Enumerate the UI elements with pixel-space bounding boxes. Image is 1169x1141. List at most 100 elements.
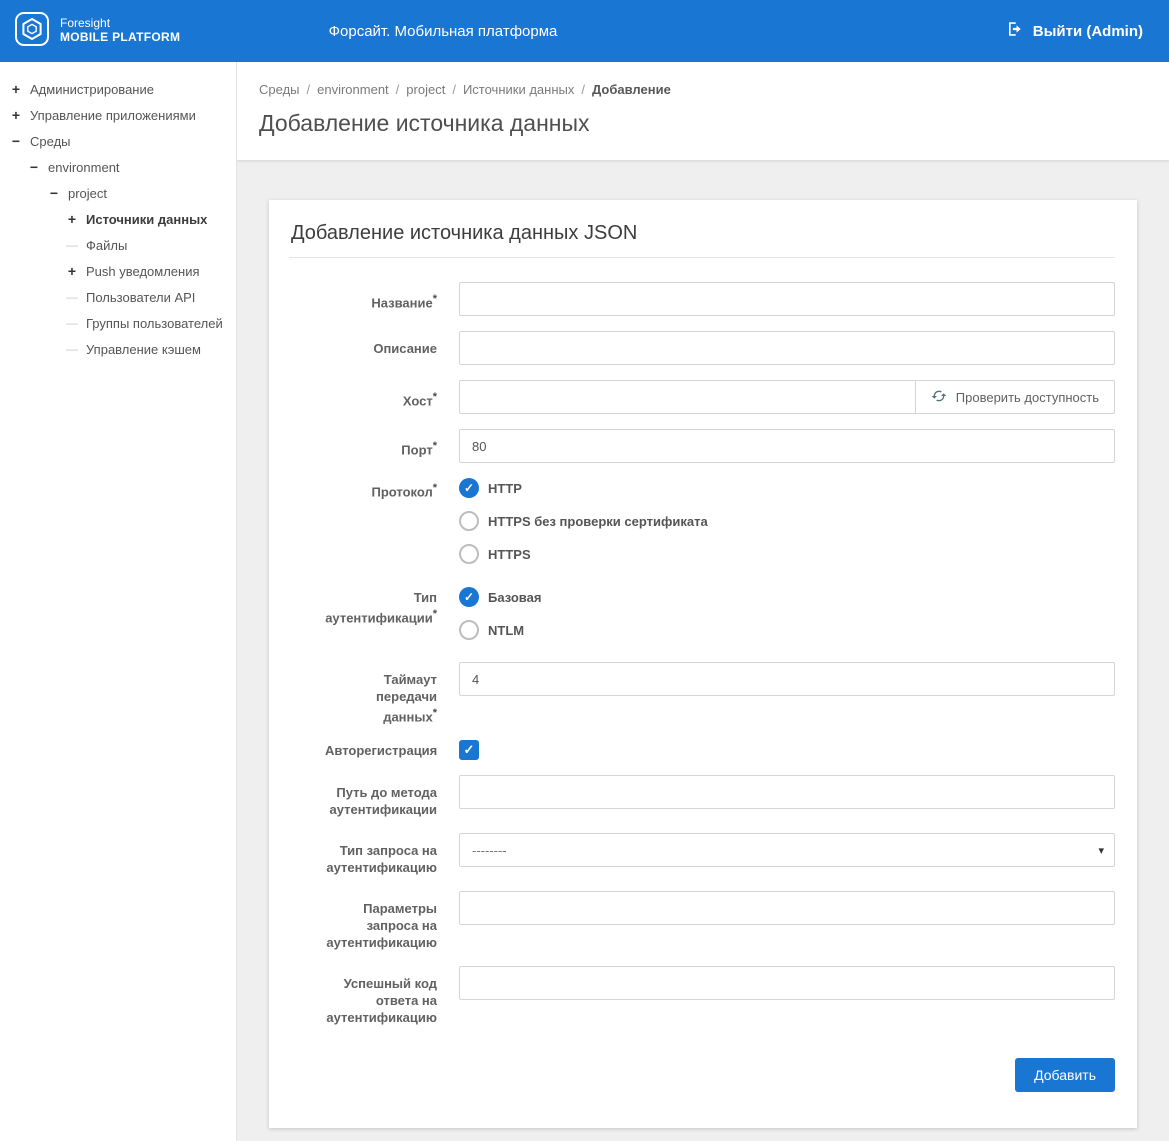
tree-branch-icon: — bbox=[66, 238, 78, 252]
host-label: Хост* bbox=[325, 380, 437, 414]
add-data-source-card: Добавление источника данных JSON Названи… bbox=[269, 200, 1137, 1128]
sidebar-item-files[interactable]: — Файлы bbox=[0, 232, 236, 258]
description-row: Описание bbox=[289, 331, 1115, 365]
name-row: Название* bbox=[289, 282, 1115, 316]
content-area: Добавление источника данных JSON Названи… bbox=[237, 160, 1169, 1128]
required-mark: * bbox=[433, 482, 437, 494]
collapse-minus-icon[interactable]: − bbox=[10, 133, 22, 149]
breadcrumb-item-data-sources[interactable]: Источники данных bbox=[463, 82, 574, 97]
card-title: Добавление источника данных JSON bbox=[289, 202, 1115, 258]
tree-branch-icon: — bbox=[66, 316, 78, 330]
expand-plus-icon[interactable]: + bbox=[66, 211, 78, 227]
chevron-down-icon: ▾ bbox=[1098, 844, 1104, 857]
sidebar-item-app-management[interactable]: + Управление приложениями bbox=[0, 102, 236, 128]
refresh-icon bbox=[931, 388, 947, 407]
autoregistration-row: Авторегистрация ✓ bbox=[289, 740, 1115, 760]
description-label: Описание bbox=[325, 331, 437, 365]
submit-row: Добавить bbox=[289, 1058, 1115, 1092]
host-row: Хост* Проверить доступность bbox=[289, 380, 1115, 414]
check-availability-button[interactable]: Проверить доступность bbox=[915, 380, 1115, 414]
timeout-field[interactable] bbox=[459, 662, 1115, 696]
sidebar-item-data-sources[interactable]: + Источники данных bbox=[0, 206, 236, 232]
tree-branch-icon: — bbox=[66, 342, 78, 356]
check-availability-label: Проверить доступность bbox=[956, 390, 1099, 405]
port-row: Порт* bbox=[289, 429, 1115, 463]
sidebar-nav: + Администрирование + Управление приложе… bbox=[0, 62, 237, 1141]
port-field[interactable] bbox=[459, 429, 1115, 463]
page-header: Среды / environment / project / Источник… bbox=[237, 62, 1169, 160]
add-button[interactable]: Добавить bbox=[1015, 1058, 1115, 1092]
auth-method-path-field[interactable] bbox=[459, 775, 1115, 809]
required-mark: * bbox=[433, 440, 437, 452]
radio-unchecked-icon[interactable] bbox=[459, 511, 479, 531]
radio-https[interactable]: HTTPS bbox=[459, 544, 1115, 564]
logout-label: Выйти (Admin) bbox=[1033, 23, 1143, 40]
expand-plus-icon[interactable]: + bbox=[66, 263, 78, 279]
radio-unchecked-icon[interactable] bbox=[459, 620, 479, 640]
sidebar-item-push-notifications[interactable]: + Push уведомления bbox=[0, 258, 236, 284]
radio-https-no-cert-check[interactable]: HTTPS без проверки сертификата bbox=[459, 511, 1115, 531]
auth-success-code-label: Успешный код ответа на аутентификацию bbox=[325, 966, 437, 1026]
auth-request-type-select[interactable]: -------- ▾ bbox=[459, 833, 1115, 867]
breadcrumb-separator: / bbox=[396, 82, 400, 97]
logout-icon bbox=[1006, 20, 1024, 42]
description-field[interactable] bbox=[459, 331, 1115, 365]
name-field[interactable] bbox=[459, 282, 1115, 316]
radio-checked-icon[interactable]: ✓ bbox=[459, 587, 479, 607]
auth-type-row: Тип аутентификации* ✓ Базовая NTLM bbox=[289, 587, 1115, 640]
auth-request-params-field[interactable] bbox=[459, 891, 1115, 925]
sidebar-item-user-groups[interactable]: — Группы пользователей bbox=[0, 310, 236, 336]
required-mark: * bbox=[433, 293, 437, 305]
auth-success-code-field[interactable] bbox=[459, 966, 1115, 1000]
expand-plus-icon[interactable]: + bbox=[10, 81, 22, 97]
brand-name: Foresight bbox=[60, 17, 180, 31]
sidebar-item-project[interactable]: − project bbox=[0, 180, 236, 206]
breadcrumb-separator: / bbox=[307, 82, 311, 97]
timeout-label: Таймаут передачи данных* bbox=[325, 662, 437, 725]
autoregistration-label: Авторегистрация bbox=[325, 740, 437, 760]
app-title: Форсайт. Мобильная платформа bbox=[238, 23, 648, 40]
name-label: Название* bbox=[325, 282, 437, 316]
protocol-row: Протокол* ✓ HTTP HTTPS без проверки серт… bbox=[289, 478, 1115, 564]
auth-success-code-row: Успешный код ответа на аутентификацию bbox=[289, 966, 1115, 1026]
autoregistration-checkbox[interactable]: ✓ bbox=[459, 740, 1115, 760]
radio-ntlm-auth[interactable]: NTLM bbox=[459, 620, 1115, 640]
required-mark: * bbox=[433, 707, 437, 719]
brand-subtitle: MOBILE PLATFORM bbox=[60, 31, 180, 45]
tree-branch-icon: — bbox=[66, 290, 78, 304]
expand-plus-icon[interactable]: + bbox=[10, 107, 22, 123]
auth-request-type-row: Тип запроса на аутентификацию -------- ▾ bbox=[289, 833, 1115, 876]
sidebar-item-administration[interactable]: + Администрирование bbox=[0, 76, 236, 102]
protocol-radio-group: ✓ HTTP HTTPS без проверки сертификата HT… bbox=[459, 478, 1115, 564]
auth-request-params-row: Параметры запроса на аутентификацию bbox=[289, 891, 1115, 951]
sidebar-item-api-users[interactable]: — Пользователи API bbox=[0, 284, 236, 310]
foresight-logo-icon bbox=[14, 11, 50, 52]
sidebar-item-environments[interactable]: − Среды bbox=[0, 128, 236, 154]
main-area: Среды / environment / project / Источник… bbox=[237, 62, 1169, 1141]
collapse-minus-icon[interactable]: − bbox=[48, 185, 60, 201]
sidebar-item-environment[interactable]: − environment bbox=[0, 154, 236, 180]
page-title: Добавление источника данных bbox=[259, 110, 1145, 137]
breadcrumb: Среды / environment / project / Источник… bbox=[259, 82, 1145, 97]
host-field[interactable] bbox=[459, 380, 916, 414]
radio-checked-icon[interactable]: ✓ bbox=[459, 478, 479, 498]
radio-http[interactable]: ✓ HTTP bbox=[459, 478, 1115, 498]
breadcrumb-separator: / bbox=[452, 82, 456, 97]
select-value: -------- bbox=[472, 843, 507, 858]
radio-unchecked-icon[interactable] bbox=[459, 544, 479, 564]
auth-method-path-row: Путь до метода аутентификации bbox=[289, 775, 1115, 818]
app-header: Foresight MOBILE PLATFORM Форсайт. Мобил… bbox=[0, 0, 1169, 62]
required-mark: * bbox=[433, 391, 437, 403]
protocol-label: Протокол* bbox=[325, 478, 437, 564]
collapse-minus-icon[interactable]: − bbox=[28, 159, 40, 175]
checkbox-checked-icon[interactable]: ✓ bbox=[459, 740, 479, 760]
auth-type-label: Тип аутентификации* bbox=[325, 587, 437, 640]
breadcrumb-item-environment[interactable]: environment bbox=[317, 82, 389, 97]
radio-basic-auth[interactable]: ✓ Базовая bbox=[459, 587, 1115, 607]
breadcrumb-item-project[interactable]: project bbox=[406, 82, 445, 97]
logout-button[interactable]: Выйти (Admin) bbox=[1006, 20, 1169, 42]
required-mark: * bbox=[433, 608, 437, 620]
sidebar-item-cache-management[interactable]: — Управление кэшем bbox=[0, 336, 236, 362]
breadcrumb-item-environments[interactable]: Среды bbox=[259, 82, 300, 97]
breadcrumb-separator: / bbox=[581, 82, 585, 97]
